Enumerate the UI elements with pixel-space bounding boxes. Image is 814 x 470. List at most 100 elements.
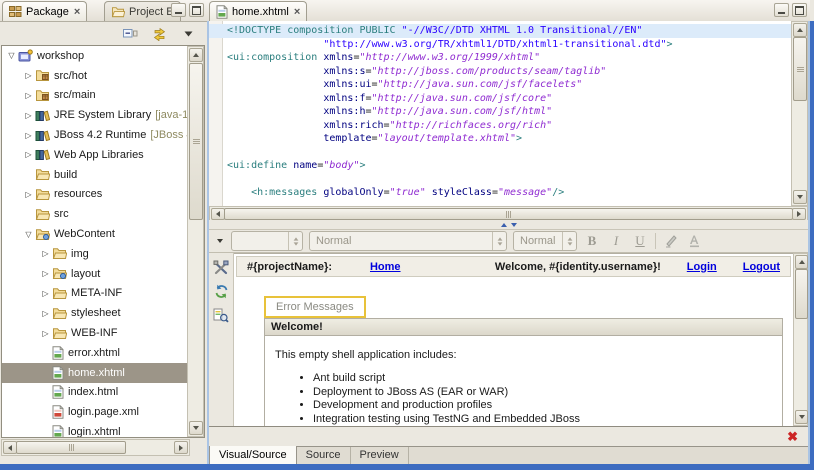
- tree-item-jboss-4-2-runtime[interactable]: ▷JBoss 4.2 Runtime[JBoss 4.: [2, 125, 205, 145]
- tree-item-build[interactable]: build: [2, 165, 205, 185]
- scroll-down-button[interactable]: [189, 421, 203, 435]
- source-code[interactable]: <!DOCTYPE composition PUBLIC "-//W3C//DT…: [209, 24, 793, 200]
- code-line[interactable]: template="layout/template.xhtml">: [209, 132, 793, 146]
- tab-preview[interactable]: Preview: [351, 447, 409, 465]
- highlight-pen-button[interactable]: [662, 232, 680, 250]
- expander-closed-icon[interactable]: ▷: [39, 249, 52, 258]
- code-line[interactable]: "http://www.w3.org/TR/xhtml1/DTD/xhtml1-…: [209, 38, 793, 52]
- underline-button[interactable]: U: [631, 232, 649, 250]
- tree-item-index-html[interactable]: index.html: [2, 383, 205, 403]
- scroll-down-button[interactable]: [793, 190, 807, 204]
- expander-closed-icon[interactable]: ▷: [22, 131, 35, 140]
- expander-closed-icon[interactable]: ▷: [39, 289, 52, 298]
- visual-canvas[interactable]: #{projectName}: Home Welcome, #{identity…: [234, 253, 793, 426]
- splitter-up-arrow-icon[interactable]: [501, 223, 507, 227]
- preferences-tools-button[interactable]: [213, 260, 229, 275]
- home-link[interactable]: Home: [370, 261, 401, 273]
- code-line[interactable]: xmlns:s="http://jboss.com/products/seam/…: [209, 65, 793, 79]
- code-line[interactable]: xmlns:h="http://java.sun.com/jsf/html": [209, 105, 793, 119]
- tree-vertical-scrollbar[interactable]: [187, 46, 204, 437]
- scrollbar-thumb[interactable]: [795, 269, 808, 319]
- tree-item-layout[interactable]: ▷layout: [2, 264, 205, 284]
- tree-item-login-page-xml[interactable]: login.page.xml: [2, 402, 205, 422]
- maximize-button[interactable]: [792, 3, 807, 17]
- expander-closed-icon[interactable]: ▷: [22, 111, 35, 120]
- source-editor[interactable]: <!DOCTYPE composition PUBLIC "-//W3C//DT…: [209, 21, 808, 206]
- code-line[interactable]: xmlns:f="http://java.sun.com/jsf/core": [209, 92, 793, 106]
- tree-item-src[interactable]: src: [2, 204, 205, 224]
- tree-item-error-xhtml[interactable]: error.xhtml: [2, 343, 205, 363]
- scroll-right-button[interactable]: [792, 208, 806, 220]
- bold-button[interactable]: B: [583, 232, 601, 250]
- maximize-button[interactable]: [189, 3, 204, 17]
- tab-home-xhtml[interactable]: home.xhtml ×: [209, 1, 307, 21]
- source-visual-splitter[interactable]: [209, 220, 808, 229]
- font-combo[interactable]: Normal: [513, 231, 577, 251]
- tab-package-explorer[interactable]: Package ×: [2, 1, 87, 21]
- tab-source[interactable]: Source: [297, 447, 351, 465]
- expander-open-icon[interactable]: ▽: [5, 51, 18, 60]
- code-line[interactable]: <ui:define name="body">: [209, 159, 793, 173]
- refresh-button[interactable]: [214, 284, 229, 299]
- tree-item-home-xhtml[interactable]: home.xhtml: [2, 363, 205, 383]
- select-element-button[interactable]: [213, 308, 229, 323]
- font-color-button[interactable]: [686, 232, 704, 250]
- scrollbar-thumb[interactable]: [16, 441, 126, 454]
- close-icon[interactable]: ×: [74, 7, 80, 17]
- source-vertical-scrollbar[interactable]: [791, 21, 808, 206]
- code-line[interactable]: xmlns:rich="http://richfaces.org/rich": [209, 119, 793, 133]
- scrollbar-thumb[interactable]: [224, 208, 793, 220]
- tree-item-webcontent[interactable]: ▽WebContent: [2, 224, 205, 244]
- tree-item-src-hot[interactable]: ▷src/hot: [2, 66, 205, 86]
- view-menu-button[interactable]: [177, 24, 199, 44]
- expander-closed-icon[interactable]: ▷: [39, 269, 52, 278]
- scroll-right-button[interactable]: [174, 441, 188, 454]
- tree-horizontal-scrollbar[interactable]: [1, 439, 190, 456]
- tree-item-src-main[interactable]: ▷src/main: [2, 86, 205, 106]
- expander-closed-icon[interactable]: ▷: [22, 71, 35, 80]
- code-line[interactable]: xmlns:ui="http://java.sun.com/jsf/facele…: [209, 78, 793, 92]
- code-line[interactable]: <h:messages globalOnly="true" styleClass…: [209, 186, 793, 200]
- tree-item-jre-system-library[interactable]: ▷JRE System Library[java-1.5: [2, 105, 205, 125]
- tab-project-explorer[interactable]: Project E: [104, 1, 181, 21]
- close-icon[interactable]: ×: [294, 7, 300, 17]
- scroll-left-button[interactable]: [3, 441, 17, 454]
- scroll-up-button[interactable]: [793, 23, 807, 37]
- expander-closed-icon[interactable]: ▷: [22, 190, 35, 199]
- expander-open-icon[interactable]: ▽: [22, 230, 35, 239]
- toolbar-menu-button[interactable]: [215, 239, 225, 243]
- expander-closed-icon[interactable]: ▷: [22, 91, 35, 100]
- tree-item-web-inf[interactable]: ▷WEB-INF: [2, 323, 205, 343]
- paragraph-combo[interactable]: Normal: [309, 231, 507, 251]
- minimize-button[interactable]: [774, 3, 789, 17]
- tree-item-login-xhtml[interactable]: login.xhtml: [2, 422, 205, 438]
- code-line[interactable]: <ui:composition xmlns="http://www.w3.org…: [209, 51, 793, 65]
- tree-item-workshop[interactable]: ▽workshop: [2, 46, 205, 66]
- scroll-up-button[interactable]: [795, 255, 808, 269]
- scroll-left-button[interactable]: [211, 208, 225, 220]
- error-indicator-icon[interactable]: ✖: [787, 430, 798, 443]
- tab-visual-source[interactable]: Visual/Source: [209, 446, 297, 465]
- tree-item-resources[interactable]: ▷resources: [2, 185, 205, 205]
- tree-item-img[interactable]: ▷img: [2, 244, 205, 264]
- login-link[interactable]: Login: [687, 261, 717, 273]
- style-combo[interactable]: [231, 231, 303, 251]
- tree-item-stylesheet[interactable]: ▷stylesheet: [2, 303, 205, 323]
- expander-closed-icon[interactable]: ▷: [39, 329, 52, 338]
- minimize-button[interactable]: [171, 3, 186, 17]
- code-line[interactable]: [209, 173, 793, 187]
- expander-closed-icon[interactable]: ▷: [22, 150, 35, 159]
- tree-item-web-app-libraries[interactable]: ▷Web App Libraries: [2, 145, 205, 165]
- code-line[interactable]: <!DOCTYPE composition PUBLIC "-//W3C//DT…: [209, 24, 793, 38]
- link-with-editor-button[interactable]: [148, 24, 170, 44]
- tree-item-meta-inf[interactable]: ▷META-INF: [2, 284, 205, 304]
- splitter-down-arrow-icon[interactable]: [511, 223, 517, 227]
- logout-link[interactable]: Logout: [743, 261, 780, 273]
- expander-closed-icon[interactable]: ▷: [39, 309, 52, 318]
- scroll-up-button[interactable]: [189, 48, 203, 62]
- italic-button[interactable]: I: [607, 232, 625, 250]
- error-messages-placeholder[interactable]: Error Messages: [264, 296, 366, 318]
- canvas-vertical-scrollbar[interactable]: [793, 253, 808, 426]
- scrollbar-thumb[interactable]: [793, 37, 807, 101]
- code-line[interactable]: [209, 146, 793, 160]
